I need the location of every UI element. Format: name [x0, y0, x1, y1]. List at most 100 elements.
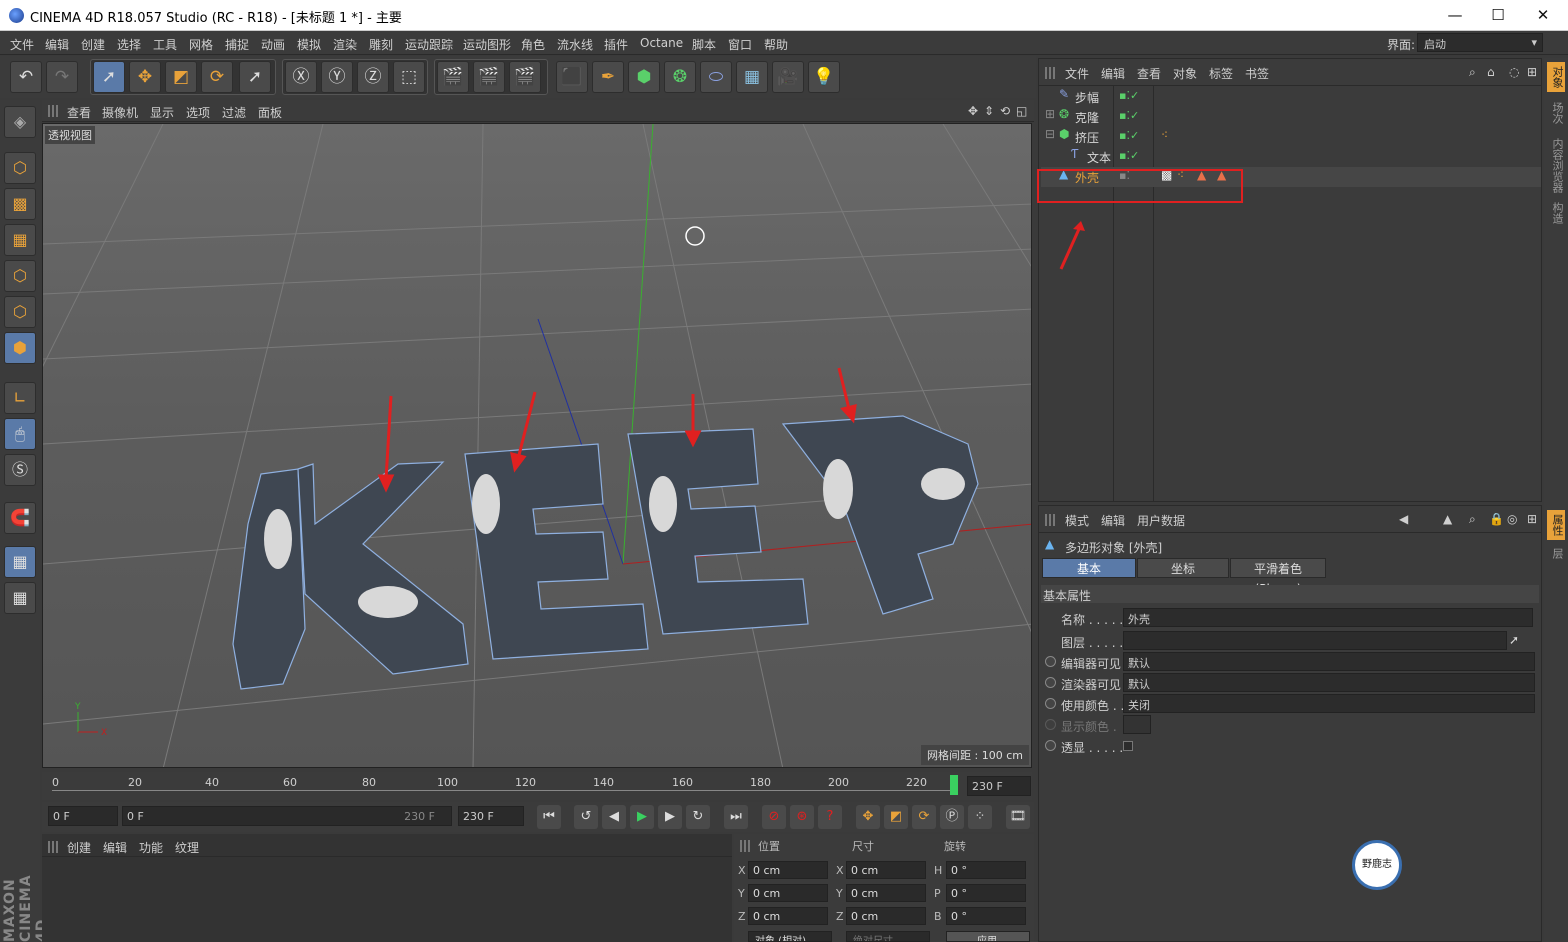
deformer-icon[interactable]: ⬭ — [700, 61, 732, 93]
coordinate-system-icon[interactable]: ⬚ — [393, 61, 425, 93]
camera-icon[interactable]: 🎥 — [772, 61, 804, 93]
tab-structure[interactable]: 构造 — [1547, 198, 1565, 228]
animate-radio[interactable] — [1045, 698, 1056, 709]
menu-tools[interactable]: 工具 — [153, 36, 177, 53]
visibility-check-icon[interactable]: ▪⁚✓ — [1119, 109, 1139, 122]
select-arrow-icon[interactable]: ➚ — [93, 61, 125, 93]
tab-objects[interactable]: 对象 — [1547, 62, 1565, 92]
max-frame-field[interactable]: 230 F — [458, 806, 524, 826]
obj-menu-edit[interactable]: 编辑 — [1101, 65, 1125, 82]
menu-render[interactable]: 渲染 — [333, 36, 357, 53]
timeline-window-icon[interactable]: 🎞 — [1006, 805, 1030, 829]
name-field[interactable]: 外壳 — [1123, 608, 1533, 627]
current-frame-field[interactable]: 0 F — [48, 806, 118, 826]
vp-menu-panel[interactable]: 面板 — [258, 104, 282, 121]
goto-prev-key-icon[interactable]: ↺ — [574, 805, 598, 829]
size-x-field[interactable]: 0 cm — [846, 861, 926, 879]
points-mode-icon[interactable]: ⬡ — [4, 260, 36, 292]
new-window-icon[interactable]: ⊞ — [1527, 65, 1537, 79]
light-icon[interactable]: 💡 — [808, 61, 840, 93]
visibility-check-icon[interactable]: ▪⁚✓ — [1119, 89, 1139, 102]
use-color-dropdown[interactable]: 关闭 — [1123, 694, 1535, 713]
vp-menu-filter[interactable]: 过滤 — [222, 104, 246, 121]
home-icon[interactable]: ⌂ — [1487, 65, 1495, 79]
y-axis-icon[interactable]: Ⓨ — [321, 61, 353, 93]
menu-script[interactable]: 脚本 — [692, 36, 716, 53]
perspective-viewport[interactable]: Y X 透视视图 网格间距 : 100 cm — [42, 123, 1032, 768]
tab-attributes[interactable]: 属性 — [1547, 510, 1565, 540]
render-view-icon[interactable]: 🎬 — [437, 61, 469, 93]
attr-menu-edit[interactable]: 编辑 — [1101, 512, 1125, 529]
display-color-swatch[interactable] — [1123, 715, 1151, 734]
xray-checkbox[interactable] — [1123, 741, 1133, 751]
tab-phong[interactable]: 平滑着色(Phong) — [1230, 558, 1326, 596]
key-pla-icon[interactable]: ⁘ — [968, 805, 992, 829]
timeline-end-field[interactable]: 230 F — [967, 776, 1031, 796]
mat-menu-texture[interactable]: 纹理 — [175, 839, 199, 856]
scale-icon[interactable]: ◩ — [165, 61, 197, 93]
menu-simulate[interactable]: 模拟 — [297, 36, 321, 53]
goto-next-key-icon[interactable]: ↻ — [686, 805, 710, 829]
redo-icon[interactable]: ↷ — [46, 61, 78, 93]
tab-coordinates[interactable]: 坐标 — [1137, 558, 1229, 578]
vp-menu-camera[interactable]: 摄像机 — [102, 104, 138, 121]
back-arrow-icon[interactable]: ◀ — [1399, 512, 1408, 526]
axis-mode-icon[interactable]: ∟ — [4, 382, 36, 414]
menu-sculpt[interactable]: 雕刻 — [369, 36, 393, 53]
cloner-icon[interactable]: ❂ — [664, 61, 696, 93]
vp-menu-display[interactable]: 显示 — [150, 104, 174, 121]
rot-b-field[interactable]: 0 ° — [946, 907, 1026, 925]
visibility-check-icon[interactable]: ▪⁚✓ — [1119, 129, 1139, 142]
edges-mode-icon[interactable]: ⬡ — [4, 296, 36, 328]
layout-dropdown[interactable]: 启动 ▾ — [1417, 33, 1543, 52]
frame-range-slider[interactable]: 0 F 230 F — [122, 806, 452, 826]
vp-menu-view[interactable]: 查看 — [67, 104, 91, 121]
subdivision-icon[interactable]: ⬢ — [628, 61, 660, 93]
record-icon[interactable]: ⊘ — [762, 805, 786, 829]
pos-y-field[interactable]: 0 cm — [748, 884, 828, 902]
minimize-button[interactable]: — — [1435, 4, 1475, 26]
render-settings-icon[interactable]: 🎬 — [509, 61, 541, 93]
pan-view-icon[interactable]: ✥ — [968, 104, 978, 118]
settings-icon[interactable]: ◎ — [1507, 512, 1517, 526]
playhead[interactable] — [950, 775, 958, 795]
animate-radio[interactable] — [1045, 656, 1056, 667]
key-position-icon[interactable]: ✥ — [856, 805, 880, 829]
key-rotation-icon[interactable]: ⟳ — [912, 805, 936, 829]
z-axis-icon[interactable]: Ⓩ — [357, 61, 389, 93]
workplane-icon[interactable]: ▦ — [4, 224, 36, 256]
orbit-view-icon[interactable]: ⟲ — [1000, 104, 1010, 118]
maximize-button[interactable]: ☐ — [1478, 4, 1518, 26]
animate-radio[interactable] — [1045, 740, 1056, 751]
menu-file[interactable]: 文件 — [10, 36, 34, 53]
snap-icon[interactable]: Ⓢ — [4, 454, 36, 486]
object-row[interactable]: ⊟ ⬢ 挤压 ▪⁚✓ ⁖ — [1041, 127, 1541, 147]
menu-window[interactable]: 窗口 — [728, 36, 752, 53]
autokey-icon[interactable]: ⊛ — [790, 805, 814, 829]
layer-field[interactable] — [1123, 631, 1507, 650]
keyframe-selection-icon[interactable]: ? — [818, 805, 842, 829]
menu-create[interactable]: 创建 — [81, 36, 105, 53]
tab-content-browser[interactable]: 内容浏览器 — [1547, 134, 1565, 197]
layer-picker-icon[interactable]: ➚ — [1509, 633, 1519, 647]
visibility-check-icon[interactable]: ▪⁚✓ — [1119, 149, 1139, 162]
attr-menu-mode[interactable]: 模式 — [1065, 512, 1089, 529]
collapse-icon[interactable]: ⊟ — [1045, 127, 1055, 141]
magnet-icon[interactable]: 🧲 — [4, 502, 36, 534]
obj-menu-view[interactable]: 查看 — [1137, 65, 1161, 82]
editor-visible-dropdown[interactable]: 默认 — [1123, 652, 1535, 671]
animate-radio[interactable] — [1045, 677, 1056, 688]
size-mode-dropdown[interactable]: 绝对尺寸 — [846, 931, 930, 942]
search-icon[interactable]: ⌕ — [1469, 65, 1476, 80]
menu-plugins[interactable]: 插件 — [604, 36, 628, 53]
menu-select[interactable]: 选择 — [117, 36, 141, 53]
cube-icon[interactable]: ⬛ — [556, 61, 588, 93]
floor-icon[interactable]: ▦ — [736, 61, 768, 93]
x-axis-icon[interactable]: Ⓧ — [285, 61, 317, 93]
rotate-icon[interactable]: ⟳ — [201, 61, 233, 93]
menu-mograph[interactable]: 运动图形 — [463, 36, 511, 53]
model-mode-icon[interactable]: ⬡ — [4, 152, 36, 184]
dolly-view-icon[interactable]: ⇕ — [984, 104, 994, 118]
menu-edit[interactable]: 编辑 — [45, 36, 69, 53]
eye-icon[interactable]: ◌ — [1509, 65, 1519, 79]
